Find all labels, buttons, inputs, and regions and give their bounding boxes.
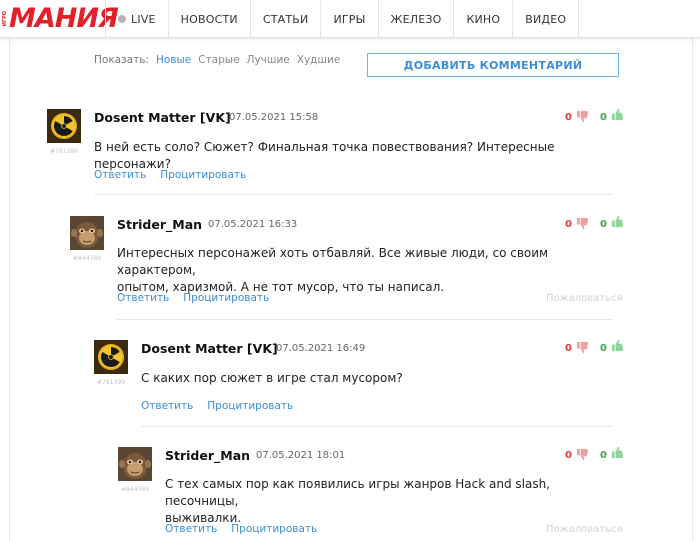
upvote-count: 0	[600, 112, 607, 123]
comment-date: 07.05.2021 16:49	[276, 343, 366, 354]
sort-option-best[interactable]: Лучшие	[247, 54, 290, 66]
main-nav: LIVE НОВОСТИ СТАТЬИ ИГРЫ ЖЕЛЕЗО КИНО ВИД…	[105, 0, 580, 38]
comment-actions: Ответить Процитировать	[94, 169, 246, 181]
comment-actions: Ответить Процитировать	[141, 400, 293, 412]
comment-text: С каких пор сюжет в игре стал мусором?	[141, 371, 403, 385]
comment-actions: Ответить Процитировать	[117, 292, 269, 304]
comment-date: 07.05.2021 18:01	[256, 450, 346, 461]
comment-actions: Ответить Процитировать	[165, 523, 317, 535]
comment-author[interactable]: Strider_Man	[165, 448, 250, 463]
thumb-down-icon[interactable]	[576, 217, 589, 230]
site-logo[interactable]: ИГРО МАНИЯ	[2, 3, 119, 34]
content-left-border	[9, 38, 10, 541]
nav-label: СТАТЬИ	[262, 12, 309, 26]
downvote-count: 0	[565, 219, 572, 230]
comment-divider	[141, 426, 613, 427]
downvote-count: 0	[565, 450, 572, 461]
reply-link[interactable]: Ответить	[141, 400, 193, 412]
quote-link[interactable]: Процитировать	[183, 292, 269, 304]
add-comment-button[interactable]: ДОБАВИТЬ КОММЕНТАРИЙ	[367, 53, 619, 77]
reply-link[interactable]: Ответить	[165, 523, 217, 535]
upvote-count: 0	[600, 219, 607, 230]
downvote-count: 0	[565, 112, 572, 123]
avatar[interactable]	[94, 340, 128, 374]
comment-divider	[94, 194, 613, 195]
sort-option-new[interactable]: Новые	[156, 54, 191, 66]
avatar[interactable]	[118, 447, 152, 481]
user-id: #791399	[50, 148, 78, 155]
thumb-up-icon[interactable]	[611, 446, 624, 459]
nav-item-news[interactable]: НОВОСТИ	[167, 0, 250, 38]
avatar[interactable]	[47, 109, 81, 143]
comment-divider	[117, 319, 613, 320]
nav-item-live[interactable]: LIVE	[105, 0, 168, 38]
comment-author[interactable]: Dosent Matter [VK]	[94, 110, 231, 125]
nav-item-video[interactable]: ВИДЕО	[512, 0, 580, 38]
comment-date: 07.05.2021 16:33	[208, 219, 298, 230]
comment-text-line: С тех самых пор как появились игры жанро…	[165, 477, 550, 508]
quote-link[interactable]: Процитировать	[207, 400, 293, 412]
nav-label: LIVE	[131, 12, 156, 26]
comment: #844369 Strider_Man 07.05.2021 18:01 0 0…	[118, 447, 615, 541]
comment-date: 07.05.2021 15:58	[229, 112, 319, 123]
sort-label: Показать:	[94, 54, 149, 66]
radiation-icon	[94, 340, 128, 374]
nav-label: НОВОСТИ	[180, 12, 238, 26]
content-right-border	[692, 38, 693, 541]
nav-item-hardware[interactable]: ЖЕЛЕЗО	[377, 0, 454, 38]
sort-option-old[interactable]: Старые	[198, 54, 239, 66]
user-id: #844369	[121, 486, 149, 493]
user-id: #791399	[97, 379, 125, 386]
thumb-up-icon[interactable]	[611, 108, 624, 121]
quote-link[interactable]: Процитировать	[231, 523, 317, 535]
comment: #791399 Dosent Matter [VK] 07.05.2021 16…	[94, 340, 615, 420]
nav-label: КИНО	[466, 12, 501, 26]
reply-link[interactable]: Ответить	[94, 169, 146, 181]
report-link[interactable]: Пожаловаться	[546, 293, 623, 304]
downvote-count: 0	[565, 343, 572, 354]
comment-text-line: Интересных персонажей хоть отбавляй. Все…	[117, 246, 549, 277]
nav-label: ВИДЕО	[525, 12, 567, 26]
report-link[interactable]: Пожаловаться	[546, 524, 623, 535]
logo-prefix: ИГРО	[2, 11, 8, 27]
monkey-icon	[118, 447, 152, 481]
user-id: #844369	[73, 255, 101, 262]
upvote-count: 0	[600, 343, 607, 354]
avatar[interactable]	[70, 216, 104, 250]
comment-text: С тех самых пор как появились игры жанро…	[165, 476, 605, 527]
top-navigation-bar: ИГРО МАНИЯ LIVE НОВОСТИ СТАТЬИ ИГРЫ ЖЕЛЕ…	[0, 0, 700, 38]
comment-text: В ней есть соло? Сюжет? Финальная точка …	[94, 140, 555, 171]
sort-option-worst[interactable]: Худшие	[297, 54, 341, 66]
thumb-down-icon[interactable]	[576, 341, 589, 354]
comment-author[interactable]: Strider_Man	[117, 217, 202, 232]
thumb-down-icon[interactable]	[576, 110, 589, 123]
monkey-icon	[70, 216, 104, 250]
comment-sort-bar: Показать: Новые Старые Лучшие Худшие	[94, 54, 340, 66]
comment-author[interactable]: Dosent Matter [VK]	[141, 341, 278, 356]
comment: #791399 Dosent Matter [VK] 07.05.2021 15…	[47, 109, 607, 189]
thumb-down-icon[interactable]	[576, 448, 589, 461]
upvote-count: 0	[600, 450, 607, 461]
radiation-icon	[47, 109, 81, 143]
reply-link[interactable]: Ответить	[117, 292, 169, 304]
comment-text: Интересных персонажей хоть отбавляй. Все…	[117, 245, 597, 296]
nav-item-games[interactable]: ИГРЫ	[320, 0, 377, 38]
thumb-up-icon[interactable]	[611, 215, 624, 228]
live-dot-icon	[118, 15, 126, 23]
comment: #844369 Strider_Man 07.05.2021 16:33 0 0…	[70, 216, 615, 316]
thumb-up-icon[interactable]	[611, 339, 624, 352]
nav-label: ЖЕЛЕЗО	[390, 12, 442, 26]
nav-item-cinema[interactable]: КИНО	[453, 0, 512, 38]
logo-text: МАНИЯ	[9, 3, 119, 34]
quote-link[interactable]: Процитировать	[160, 169, 246, 181]
nav-item-articles[interactable]: СТАТЬИ	[249, 0, 321, 38]
nav-label: ИГРЫ	[333, 12, 366, 26]
